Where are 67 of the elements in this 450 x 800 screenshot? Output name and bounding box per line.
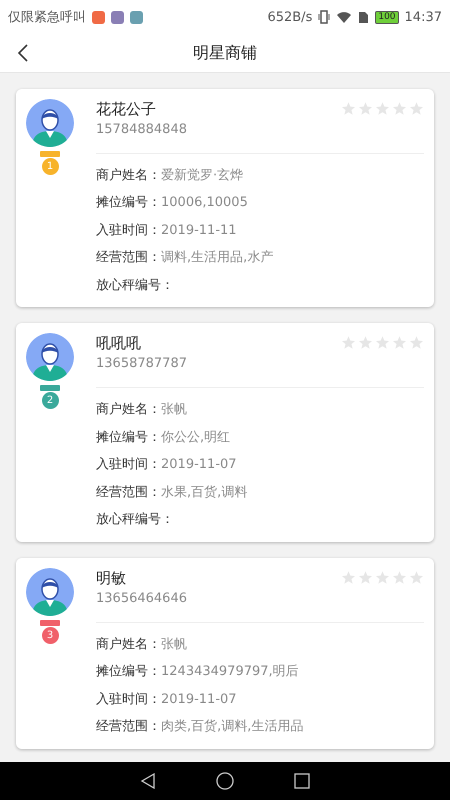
page-title: 明星商铺: [193, 42, 257, 64]
field-value: 2019-11-07: [161, 690, 237, 709]
field-label: 放心秤编号：: [96, 276, 174, 295]
field-value: 肉类,百货,调料,生活用品: [161, 718, 304, 736]
star-icon: [409, 570, 424, 585]
phone-number: 13658787787: [96, 355, 187, 374]
rank-medal: 3: [40, 620, 60, 644]
star-icon: [341, 100, 356, 116]
phone-number: 15784884848: [96, 120, 187, 139]
recent-apps-icon[interactable]: [294, 773, 310, 790]
star-icon: [409, 100, 424, 116]
avatar: [26, 98, 74, 147]
sim-icon: [358, 10, 370, 24]
app-icon: [111, 10, 124, 24]
field-label: 入驻时间：: [96, 222, 161, 240]
app-icon: [92, 10, 105, 24]
field-label: 商户姓名：: [96, 166, 161, 185]
field-label: 摊位编号：: [96, 663, 161, 682]
field-value: 张帆: [161, 401, 187, 420]
star-icon: [375, 335, 390, 350]
star-icon: [341, 570, 356, 585]
star-icon: [358, 100, 373, 116]
carrier-text: 仅限紧急呼叫: [8, 9, 86, 26]
field-label: 摊位编号：: [96, 194, 161, 212]
avatar: [26, 333, 74, 382]
field-label: 入驻时间：: [96, 690, 161, 709]
field-value: 10006,10005: [161, 194, 248, 212]
star-icon: [358, 570, 373, 585]
field-value: 2019-11-07: [161, 456, 237, 474]
star-icon: [375, 100, 390, 116]
field-value: 调料,生活用品,水产: [161, 249, 274, 268]
field-label: 商户姓名：: [96, 401, 161, 420]
field-label: 经营范围：: [96, 484, 161, 502]
shop-name: 花花公子: [96, 98, 157, 119]
back-icon[interactable]: [17, 44, 29, 62]
field-value: 1243434979797,明后: [161, 663, 299, 682]
network-speed: 652B/s: [267, 10, 312, 25]
star-icon: [409, 335, 424, 350]
home-icon[interactable]: [216, 772, 234, 790]
star-icon: [375, 570, 390, 585]
phone-number: 13656464646: [96, 590, 187, 608]
rank-medal: 1: [40, 150, 60, 175]
shop-name: 明敏: [96, 568, 127, 588]
field-value: 2019-11-11: [161, 222, 237, 240]
star-icon: [341, 335, 356, 350]
star-icon: [392, 100, 407, 116]
wifi-icon: [336, 10, 352, 24]
field-label: 摊位编号：: [96, 428, 161, 447]
field-label: 商户姓名：: [96, 636, 161, 654]
rank-medal: 2: [40, 385, 60, 410]
field-label: 经营范围：: [96, 718, 161, 736]
shop-name: 吼吼吼: [96, 333, 142, 354]
app-icon: [130, 10, 143, 24]
field-label: 经营范围：: [96, 249, 161, 268]
field-value: 水果,百货,调料: [161, 484, 248, 502]
field-label: 放心秤编号：: [96, 511, 174, 530]
field-value: 你公公,明红: [161, 428, 230, 447]
field-label: 入驻时间：: [96, 456, 161, 474]
field-value: 爱新觉罗·玄烨: [161, 166, 244, 185]
avatar: [26, 568, 74, 616]
star-icon: [358, 335, 373, 350]
field-value: 张帆: [161, 636, 187, 654]
vibrate-icon: [318, 10, 330, 24]
battery-level: 100: [375, 10, 399, 24]
star-icon: [392, 570, 407, 585]
clock: 14:37: [404, 10, 442, 25]
star-icon: [392, 335, 407, 350]
